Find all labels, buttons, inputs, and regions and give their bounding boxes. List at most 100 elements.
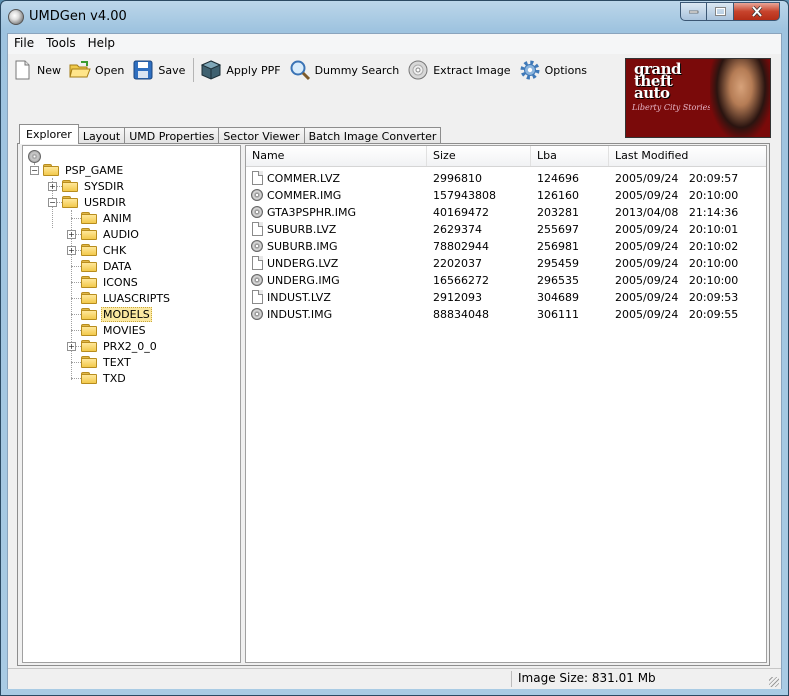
column-header-name[interactable]: Name — [246, 146, 427, 166]
table-row[interactable]: SUBURB.LVZ 2629374 255697 2005/09/24 20:10:… — [246, 221, 766, 238]
list-header: Name Size Lba Last Modified — [246, 146, 766, 167]
tab-umd-properties[interactable]: UMD Properties — [124, 127, 220, 144]
resize-grip[interactable] — [769, 677, 779, 687]
tree-item-chk[interactable]: CHK — [81, 242, 128, 258]
table-row[interactable]: UNDERG.LVZ 2202037 295459 2005/09/24 20:10:… — [246, 255, 766, 272]
cell-name: GTA3PSPHR.IMG — [267, 206, 357, 219]
tree-item-luascripts[interactable]: LUASCRIPTS — [81, 290, 172, 306]
tree-item-label: TXD — [103, 371, 126, 385]
options-button[interactable]: Options — [516, 56, 591, 84]
magnifier-search-icon — [289, 59, 311, 81]
menu-file[interactable]: File — [8, 34, 40, 54]
cell-name: INDUST.IMG — [267, 308, 333, 321]
extract-image-button[interactable]: Extract Image — [404, 56, 514, 84]
tree-item-label: ANIM — [103, 211, 132, 225]
cell-size: 40169472 — [433, 206, 489, 219]
collapse-toggle-psp-game[interactable]: − — [30, 166, 39, 175]
table-row[interactable]: INDUST.IMG 88834048 306111 2005/09/24 20:09… — [246, 306, 766, 323]
collapse-toggle-usrdir[interactable]: − — [48, 198, 57, 207]
tree-item-txd[interactable]: TXD — [81, 370, 128, 386]
table-row[interactable]: GTA3PSPHR.IMG 40169472 203281 2013/04/08 21… — [246, 204, 766, 221]
cell-last-modified: 2005/09/24 20:09:55 — [615, 308, 739, 321]
tab-explorer[interactable]: Explorer — [19, 124, 79, 144]
tree-line — [71, 314, 81, 315]
expand-toggle-audio[interactable]: + — [67, 230, 76, 239]
tree-item-label: DATA — [103, 259, 132, 273]
cell-lba: 126160 — [537, 189, 579, 202]
tree-item-sysdir[interactable]: SYSDIR — [62, 178, 126, 194]
save-button[interactable]: Save — [129, 56, 189, 84]
table-row[interactable]: COMMER.IMG 157943808 126160 2005/09/24 20:1… — [246, 187, 766, 204]
app-disc-icon — [8, 9, 24, 25]
file-icon — [252, 290, 263, 304]
cell-size: 2912093 — [433, 291, 482, 304]
table-row[interactable]: SUBURB.IMG 78802944 256981 2005/09/24 20:10… — [246, 238, 766, 255]
folder-icon — [81, 228, 97, 240]
dummy-search-button[interactable]: Dummy Search — [286, 56, 404, 84]
cell-size: 88834048 — [433, 308, 489, 321]
cell-last-modified: 2013/04/08 21:14:36 — [615, 206, 739, 219]
folder-icon — [81, 340, 97, 352]
apply-ppf-label: Apply PPF — [226, 63, 281, 77]
table-row[interactable]: UNDERG.IMG 16566272 296535 2005/09/24 20:10… — [246, 272, 766, 289]
cell-last-modified: 2005/09/24 20:10:01 — [615, 223, 739, 236]
tree-item-label: USRDIR — [84, 195, 127, 209]
gear-icon — [519, 59, 541, 81]
tree-item-anim[interactable]: ANIM — [81, 210, 134, 226]
maximize-icon — [714, 7, 726, 16]
tree-line — [71, 298, 81, 299]
folder-tree[interactable]: − PSP_GAME + SYSDIR − USRDIR ANIM + AUDI… — [22, 145, 241, 663]
folder-icon — [81, 276, 97, 288]
tree-item-label: AUDIO — [103, 227, 139, 241]
extract-image-label: Extract Image — [433, 63, 511, 77]
maximize-button[interactable] — [707, 2, 734, 21]
folder-icon — [62, 180, 78, 192]
folder-icon — [62, 196, 78, 208]
column-header-lba[interactable]: Lba — [531, 146, 609, 166]
tree-item-icons[interactable]: ICONS — [81, 274, 140, 290]
expand-toggle-chk[interactable]: + — [67, 246, 76, 255]
menu-help[interactable]: Help — [82, 34, 121, 54]
tab-layout[interactable]: Layout — [77, 127, 126, 144]
title-bar[interactable]: UMDGen v4.00 — [1, 1, 788, 33]
folder-icon — [81, 372, 97, 384]
disc-image-icon — [251, 240, 263, 252]
apply-ppf-cube-icon — [200, 59, 222, 81]
app-window: UMDGen v4.00 File Tools Help New Open Sa… — [0, 0, 789, 696]
file-list[interactable]: Name Size Lba Last Modified COMMER.LVZ 29… — [245, 145, 767, 663]
column-header-last-modified[interactable]: Last Modified — [609, 146, 766, 166]
expand-toggle-prx2[interactable]: + — [67, 342, 76, 351]
tree-item-audio[interactable]: AUDIO — [81, 226, 141, 242]
cell-name: COMMER.IMG — [267, 189, 342, 202]
column-header-size[interactable]: Size — [427, 146, 531, 166]
tree-item-prx2-0-0[interactable]: PRX2_0_0 — [81, 338, 159, 354]
status-divider — [511, 671, 512, 687]
tree-item-data[interactable]: DATA — [81, 258, 133, 274]
tree-item-usrdir[interactable]: USRDIR — [62, 194, 128, 210]
minimize-icon — [688, 10, 698, 13]
tree-item-models[interactable]: MODELS — [81, 306, 152, 322]
file-icon — [252, 222, 263, 236]
close-button[interactable] — [734, 2, 780, 21]
disc-image-icon — [251, 308, 263, 320]
apply-ppf-button[interactable]: Apply PPF — [197, 56, 284, 84]
tree-item-label: SYSDIR — [84, 179, 125, 193]
menu-tools[interactable]: Tools — [40, 34, 82, 54]
game-cover-banner: grand theft auto Liberty City Stories — [625, 58, 771, 138]
table-row[interactable]: COMMER.LVZ 2996810 124696 2005/09/24 20:09:… — [246, 170, 766, 187]
open-folder-icon — [69, 59, 91, 81]
open-button[interactable]: Open — [66, 56, 128, 84]
table-row[interactable]: INDUST.LVZ 2912093 304689 2005/09/24 20:09:… — [246, 289, 766, 306]
disc-image-icon — [251, 206, 263, 218]
tree-line — [71, 266, 81, 267]
new-button[interactable]: New — [8, 56, 65, 84]
cell-last-modified: 2005/09/24 20:09:53 — [615, 291, 739, 304]
tree-item-psp-game[interactable]: PSP_GAME — [43, 162, 125, 178]
save-disk-icon — [132, 59, 154, 81]
minimize-button[interactable] — [680, 2, 707, 21]
tree-item-movies[interactable]: MOVIES — [81, 322, 148, 338]
expand-toggle-sysdir[interactable]: + — [48, 182, 57, 191]
tree-item-text[interactable]: TEXT — [81, 354, 133, 370]
tab-sector-viewer[interactable]: Sector Viewer — [218, 127, 305, 144]
tab-batch-image-converter[interactable]: Batch Image Converter — [303, 127, 442, 144]
